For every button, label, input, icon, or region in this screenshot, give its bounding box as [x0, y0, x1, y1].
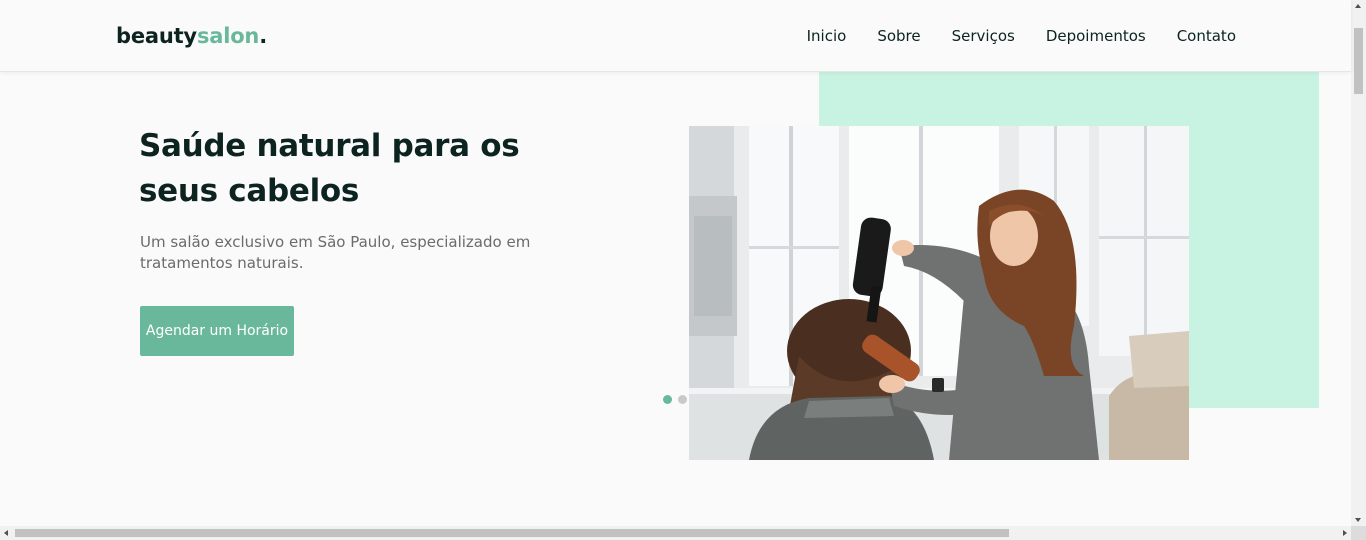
scroll-left-arrow-icon[interactable]: [4, 530, 8, 536]
scroll-right-arrow-icon[interactable]: [1343, 530, 1347, 536]
carousel-dot-1[interactable]: [663, 395, 672, 404]
horizontal-scrollbar-thumb[interactable]: [15, 529, 1009, 537]
logo-accent-text: salon: [196, 24, 260, 48]
hero-description: Um salão exclusivo em São Paulo, especia…: [140, 233, 531, 272]
schedule-appointment-button[interactable]: Agendar um Horário: [140, 306, 294, 356]
horizontal-scrollbar[interactable]: [0, 526, 1351, 540]
logo[interactable]: beautysalon.: [116, 23, 267, 49]
hero-title: Saúde natural para os seus cabelos: [139, 128, 520, 209]
nav-link-inicio[interactable]: Inicio: [807, 26, 847, 46]
nav-link-sobre[interactable]: Sobre: [877, 26, 920, 46]
scrollbar-corner: [1351, 526, 1366, 540]
vertical-scrollbar-thumb[interactable]: [1354, 28, 1363, 94]
carousel-indicators: [663, 395, 687, 404]
vertical-scrollbar[interactable]: [1351, 0, 1366, 526]
logo-dot: .: [259, 24, 267, 48]
nav-link-servicos[interactable]: Serviços: [952, 26, 1015, 46]
salon-photo-illustration: [689, 126, 1189, 460]
hero-salon-photo: [689, 126, 1189, 460]
logo-main-text: beauty: [116, 24, 197, 48]
main-nav: Inicio Sobre Serviços Depoimentos Contat…: [807, 26, 1236, 46]
nav-link-contato[interactable]: Contato: [1177, 26, 1236, 46]
scroll-up-arrow-icon[interactable]: [1355, 4, 1361, 8]
nav-link-depoimentos[interactable]: Depoimentos: [1046, 26, 1146, 46]
site-header: beautysalon. Inicio Sobre Serviços Depoi…: [0, 0, 1351, 72]
scroll-down-arrow-icon[interactable]: [1355, 518, 1361, 522]
carousel-dot-2[interactable]: [678, 395, 687, 404]
